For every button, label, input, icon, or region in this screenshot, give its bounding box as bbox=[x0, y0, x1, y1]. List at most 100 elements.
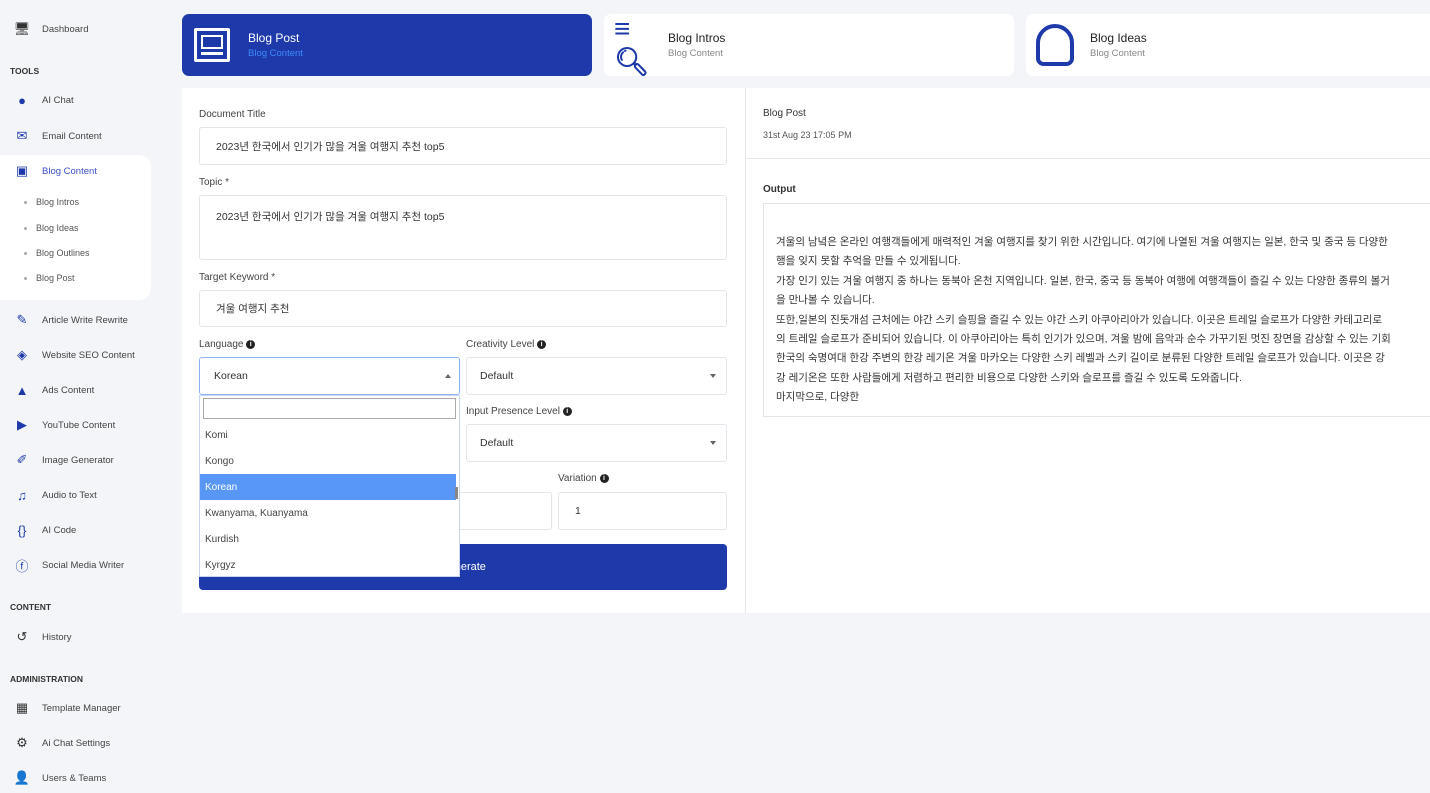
presence-label-text: Input Presence Level bbox=[466, 406, 560, 417]
language-option[interactable]: Kyrgyz bbox=[200, 552, 459, 576]
caret-up-icon bbox=[445, 374, 451, 378]
topic-label: Topic * bbox=[199, 177, 230, 188]
card-blog-intros[interactable]: ≡🔍︎ Blog Intros Blog Content bbox=[604, 12, 1014, 77]
presence-selected-value: Default bbox=[480, 437, 514, 449]
info-icon: i bbox=[246, 339, 256, 349]
code-braces-icon: {} bbox=[17, 522, 27, 538]
dropdown-scrollbar[interactable] bbox=[455, 487, 458, 499]
language-select[interactable]: Korean bbox=[199, 357, 460, 395]
image-edit-icon: ✐ bbox=[16, 452, 28, 467]
card-title: Blog Post bbox=[248, 31, 300, 45]
tag-icon: ◈ bbox=[17, 347, 27, 362]
sidebar-item-template-manager[interactable]: ▦ Template Manager bbox=[0, 693, 150, 723]
history-icon: ↺ bbox=[16, 629, 28, 644]
caret-down-icon bbox=[710, 374, 716, 378]
creativity-label-text: Creativity Level bbox=[466, 339, 535, 350]
sidebar-subitem-blog-intros[interactable]: Blog Intros bbox=[24, 197, 79, 207]
output-line: 강 레기온은 또한 사람들에게 저렴하고 편리한 비용으로 다양한 스키와 슬로… bbox=[776, 371, 1242, 384]
sidebar-item-youtube[interactable]: ▶ YouTube Content bbox=[0, 410, 150, 440]
sidebar-item-dashboard[interactable]: 🖥 Dashboard bbox=[0, 14, 150, 44]
output-line: 의 트레일 슬로프가 준비되어 있습니다. 이 아쿠아리아는 특히 인기가 있으… bbox=[776, 333, 1391, 346]
output-panel: Blog Post 31st Aug 23 17:05 PM Output 겨울… bbox=[745, 88, 1430, 613]
email-icon: ✉ bbox=[16, 128, 28, 143]
info-icon: i bbox=[599, 473, 609, 483]
gear-icon: ⚙ bbox=[16, 735, 28, 750]
sidebar-subitem-blog-ideas[interactable]: Blog Ideas bbox=[24, 223, 79, 233]
card-subtitle: Blog Content bbox=[248, 48, 303, 59]
document-title-label: Document Title bbox=[199, 109, 266, 120]
sidebar-item-ads[interactable]: ▲ Ads Content bbox=[0, 375, 150, 405]
language-option[interactable]: Kongo bbox=[200, 448, 459, 474]
output-textarea[interactable]: 겨울의 남녘은 온라인 여행객들에게 매력적인 겨울 여행지를 찾기 위한 시간… bbox=[763, 203, 1430, 417]
caret-down-icon bbox=[710, 441, 716, 445]
info-icon: i bbox=[537, 339, 547, 349]
language-option-selected[interactable]: Korean bbox=[200, 474, 456, 500]
sidebar-item-seo[interactable]: ◈ Website SEO Content bbox=[0, 340, 150, 370]
presence-select[interactable]: Default bbox=[466, 424, 727, 462]
output-line: 마지막으로, 다양한 bbox=[776, 391, 860, 404]
sidebar-item-image-generator[interactable]: ✐ Image Generator bbox=[0, 445, 150, 475]
tools-heading: TOOLS bbox=[10, 66, 40, 76]
card-subtitle: Blog Content bbox=[668, 48, 723, 59]
table-icon: ▦ bbox=[15, 700, 29, 715]
creativity-select[interactable]: Default bbox=[466, 357, 727, 395]
language-search-input[interactable] bbox=[203, 398, 456, 419]
administration-heading: ADMINISTRATION bbox=[10, 674, 84, 684]
sidebar-subitem-blog-outlines[interactable]: Blog Outlines bbox=[24, 248, 90, 258]
sidebar-item-history[interactable]: ↺ History bbox=[0, 622, 150, 652]
info-icon: i bbox=[562, 406, 572, 416]
card-blog-ideas[interactable]: Blog Ideas Blog Content bbox=[1026, 14, 1430, 76]
sidebar-item-chat-settings[interactable]: ⚙ Ai Chat Settings bbox=[0, 728, 150, 758]
target-keyword-label: Target Keyword * bbox=[199, 272, 276, 283]
divider bbox=[746, 158, 1430, 159]
language-dropdown: Komi Kongo Korean Kwanyama, Kuanyama Kur… bbox=[199, 395, 460, 577]
language-label-text: Language bbox=[199, 339, 244, 350]
target-keyword-input[interactable]: 겨울 여행지 추천 bbox=[199, 290, 727, 327]
sidebar-item-article[interactable]: ✎ Article Write Rewrite bbox=[0, 305, 150, 335]
card-subtitle: Blog Content bbox=[1090, 48, 1145, 59]
language-option[interactable]: Kwanyama, Kuanyama bbox=[200, 500, 459, 526]
facebook-icon: ⓕ bbox=[15, 558, 29, 574]
sidebar-item-audio[interactable]: ♫ Audio to Text bbox=[0, 480, 150, 510]
presence-label: Input Presence Level i bbox=[466, 406, 572, 417]
document-icon bbox=[194, 28, 230, 62]
sidebar-item-social[interactable]: ⓕ Social Media Writer bbox=[0, 550, 150, 580]
output-line: 겨울의 남녘은 온라인 여행객들에게 매력적인 겨울 여행지를 찾기 위한 시간… bbox=[776, 236, 1388, 248]
output-label: Output bbox=[763, 184, 796, 195]
sidebar-item-email-content[interactable]: ✉ Email Content bbox=[0, 121, 150, 151]
monitor-icon: 🖥 bbox=[13, 21, 31, 36]
audio-file-icon: ♫ bbox=[17, 487, 27, 503]
head-lightbulb-icon bbox=[1036, 24, 1074, 66]
chat-bubble-icon: ● bbox=[18, 92, 26, 108]
document-title-input[interactable]: 2023년 한국에서 인기가 많을 겨울 여행지 추천 top5 bbox=[199, 127, 727, 165]
add-user-icon: 👤 bbox=[13, 770, 31, 785]
output-line: 가장 인기 있는 겨울 여행지 중 하나는 동북아 온천 지역입니다. 일본, … bbox=[776, 274, 1390, 287]
output-line: 행을 잊지 못할 추억을 만들 수 있게됩니다. bbox=[776, 255, 961, 268]
output-title: Blog Post bbox=[763, 108, 806, 119]
content-heading: CONTENT bbox=[10, 602, 52, 612]
card-title: Blog Ideas bbox=[1090, 31, 1147, 45]
ads-icon: ▲ bbox=[15, 382, 29, 398]
creativity-label: Creativity Level i bbox=[466, 339, 547, 350]
list-search-icon: ≡🔍︎ bbox=[614, 12, 650, 77]
card-title: Blog Intros bbox=[668, 31, 726, 45]
language-option[interactable]: Kurdish bbox=[200, 526, 459, 552]
card-blog-post[interactable]: Blog Post Blog Content bbox=[182, 14, 592, 76]
sidebar-item-ai-code[interactable]: {} AI Code bbox=[0, 515, 150, 545]
youtube-icon: ▶ bbox=[17, 417, 27, 432]
variation-label-text: Variation bbox=[558, 473, 597, 484]
sidebar-item-blog-content[interactable]: ▣ Blog Content bbox=[0, 156, 150, 186]
pen-icon: ✎ bbox=[16, 312, 28, 327]
variation-label: Variation i bbox=[558, 473, 609, 484]
topic-textarea[interactable]: 2023년 한국에서 인기가 많을 겨울 여행지 추천 top5 bbox=[199, 195, 727, 260]
output-line: 한국의 숙명여대 한강 주변의 한강 레기온 겨울 마카오는 다양한 스키 레벨… bbox=[776, 352, 1385, 365]
variation-input[interactable]: 1 bbox=[558, 492, 727, 530]
language-option[interactable]: Komi bbox=[200, 422, 459, 448]
sidebar-subitem-blog-post[interactable]: Blog Post bbox=[24, 273, 75, 283]
language-selected-value: Korean bbox=[214, 370, 248, 382]
output-line: 또한,일본의 진돗개섬 근처에는 야간 스키 슬핑을 즐길 수 있는 야간 스키… bbox=[776, 313, 1383, 326]
sidebar-item-ai-chat[interactable]: ● AI Chat bbox=[0, 85, 150, 115]
blog-icon: ▣ bbox=[15, 163, 29, 178]
output-line: 을 만나볼 수 있습니다. bbox=[776, 294, 875, 307]
sidebar-item-users[interactable]: 👤 Users & Teams bbox=[0, 763, 150, 793]
